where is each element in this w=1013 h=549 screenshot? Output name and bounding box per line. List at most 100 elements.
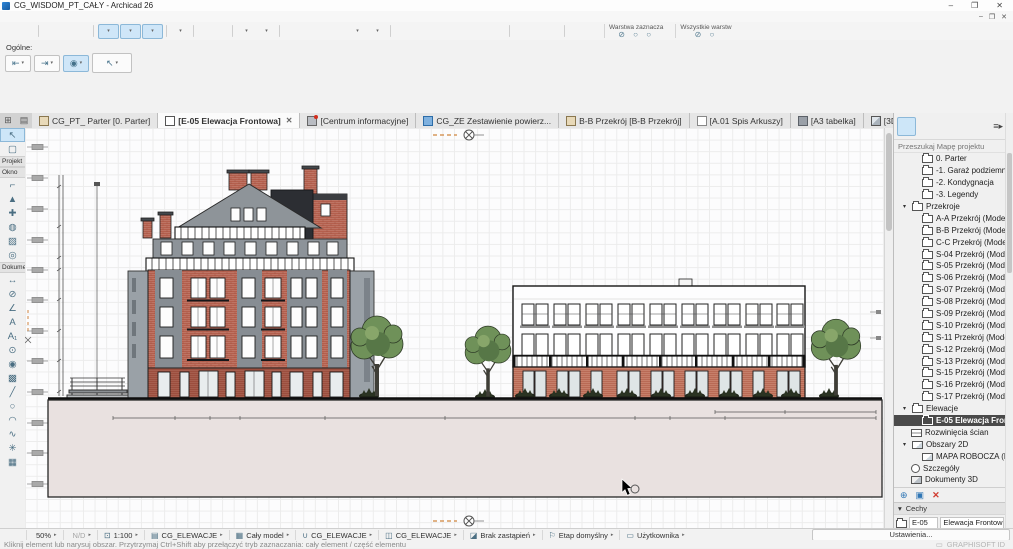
tree-item[interactable]: ▾ Obszary 2D xyxy=(894,438,1006,450)
toolbox-tool[interactable]: ○ xyxy=(0,399,25,413)
toolbox-tool[interactable]: ↖ xyxy=(0,128,25,142)
toolbox-tool[interactable]: ▨ xyxy=(0,234,25,248)
tree-item[interactable]: B-B Przekrój (Model - przebud xyxy=(894,224,1006,236)
toolbar-icon[interactable] xyxy=(390,25,391,37)
elevation-drawing[interactable] xyxy=(25,128,884,528)
toolbox-tool[interactable]: ∿ xyxy=(0,427,25,441)
tab-popup-icon[interactable]: ▤ xyxy=(16,113,32,128)
quick-option-segment[interactable]: ▤ CG_ELEWACJE ▸ xyxy=(144,530,229,540)
survey-point-bottom[interactable] xyxy=(433,516,484,526)
toolbox-tool[interactable]: ╱ xyxy=(0,385,25,399)
toolbox-tool[interactable]: ▦ xyxy=(0,455,25,469)
panel-tab-icon[interactable] xyxy=(956,117,973,134)
toolbar-icon[interactable] xyxy=(193,25,194,37)
tree-item[interactable]: Rozwinięcia ścian xyxy=(894,426,1006,438)
view-tab[interactable]: B-B Przekrój [B-B Przekrój] xyxy=(559,113,690,128)
tree-item[interactable]: Dokumenty 3D xyxy=(894,474,1006,486)
toolbox-tool[interactable]: ↔ xyxy=(0,273,25,287)
tree-item[interactable]: A-A Przekrój (Model - przebud xyxy=(894,212,1006,224)
bench[interactable] xyxy=(67,378,129,398)
toolbox-tool[interactable]: ◍ xyxy=(0,220,25,234)
toolbox-tool[interactable]: Dokume xyxy=(0,262,25,273)
properties-header[interactable]: ▾ Cechy xyxy=(894,502,1006,515)
panel-tab-icon[interactable] xyxy=(897,117,916,136)
toolbar-icon[interactable] xyxy=(530,24,545,39)
toolbar-icon[interactable] xyxy=(546,24,561,39)
chevron-expand-icon[interactable]: ▾ xyxy=(903,441,909,448)
project-map-search[interactable] xyxy=(894,140,1006,153)
quick-option-segment[interactable]: ▭ Użytkownika ▸ xyxy=(619,530,690,540)
toolbar-icon[interactable] xyxy=(300,24,315,39)
quick-option-segment[interactable]: ◪ Brak zastąpień ▸ xyxy=(463,530,542,540)
toolbar-icon[interactable] xyxy=(368,24,387,39)
toolbox-tool[interactable]: ✚ xyxy=(0,206,25,220)
toolbar-icon[interactable] xyxy=(316,24,331,39)
quick-option-segment[interactable]: ⚐ Etap domyślny ▸ xyxy=(542,530,620,540)
edit-viewpoint-button[interactable]: ▣ xyxy=(916,490,925,501)
tab-overview-icon[interactable]: ⊞ xyxy=(0,113,16,128)
quick-option-segment[interactable]: ⊡ 1:100 ▸ xyxy=(97,530,144,540)
toolbar-icon[interactable] xyxy=(120,24,141,39)
view-tab[interactable]: CG_PT_ Parter [0. Parter] xyxy=(32,113,158,128)
graphisoft-id-badge[interactable]: ▭ GRAPHISOFT ID xyxy=(936,540,1013,549)
tree-item[interactable]: -2. Kondygnacja xyxy=(894,177,1006,189)
view-tab[interactable]: [Centrum informacyjne] xyxy=(300,113,416,128)
maximize-button[interactable]: ❐ xyxy=(971,1,978,11)
toolbar-icon[interactable] xyxy=(756,24,771,39)
quick-option-segment[interactable]: 50% ▸ xyxy=(26,530,63,540)
left-building[interactable] xyxy=(128,166,374,398)
view-tab[interactable]: CG_ZE Zestawienie powierz... xyxy=(416,113,559,128)
toolbox-tool[interactable]: ⊙ xyxy=(0,343,25,357)
toolbar-icon[interactable] xyxy=(514,24,529,39)
selected-layer-control[interactable]: Warstwa zaznacza ⊘ ○ ○ xyxy=(604,24,667,38)
toolbox-tool[interactable]: A xyxy=(0,315,25,329)
tree-item[interactable]: S-17 Przekrój (Model - przebu xyxy=(894,391,1006,403)
detail-marker[interactable] xyxy=(25,310,31,343)
toolbar-icon[interactable] xyxy=(59,24,74,39)
tree-item[interactable]: ▾ Przekroje xyxy=(894,201,1006,213)
tree-item[interactable]: S-09 Przekrój (Model - przebu xyxy=(894,308,1006,320)
tree-item[interactable]: S-15 Przekrój (Model - przebu xyxy=(894,367,1006,379)
toolbar-icon[interactable] xyxy=(740,24,755,39)
panel-vertical-scrollbar[interactable] xyxy=(1005,113,1013,528)
toolbox-tool[interactable]: A₁ xyxy=(0,329,25,343)
scrollbar-thumb[interactable] xyxy=(1007,153,1012,273)
toolbar-icon[interactable] xyxy=(427,24,442,39)
vertical-dimension-lines[interactable] xyxy=(57,175,63,396)
tree-item[interactable]: S-07 Przekrój (Model - przebu xyxy=(894,284,1006,296)
toolbox-tool[interactable]: ◎ xyxy=(0,248,25,262)
tab-close-icon[interactable]: ✕ xyxy=(286,116,293,125)
tree-item[interactable]: -1. Garaż podziemny xyxy=(894,165,1006,177)
toolbar-icon[interactable] xyxy=(198,24,213,39)
tree-item[interactable]: S-16 Przekrój (Model - przebu xyxy=(894,379,1006,391)
minimize-button[interactable]: – xyxy=(949,1,953,11)
infobox-button[interactable]: ↖▾ xyxy=(92,53,132,73)
toolbox-tool[interactable]: ◠ xyxy=(0,413,25,427)
infobox-button[interactable]: ⇤▾ xyxy=(5,55,31,72)
infobox-button[interactable]: ◉▾ xyxy=(63,55,89,72)
toolbar-icon[interactable] xyxy=(38,25,39,37)
tree-item[interactable]: S-10 Przekrój (Model - przebu xyxy=(894,319,1006,331)
toolbar-icon[interactable] xyxy=(279,25,280,37)
tree-item[interactable]: Szczegóły xyxy=(894,462,1006,474)
toolbox-tool[interactable]: ∠ xyxy=(0,301,25,315)
quick-option-segment[interactable]: ∪ CG_ELEWACJE ▸ xyxy=(295,530,378,540)
tree-item[interactable]: S-11 Przekrój (Model - przebu xyxy=(894,331,1006,343)
toolbar-icon[interactable] xyxy=(257,24,276,39)
toolbar-icon[interactable] xyxy=(475,24,490,39)
mdi-close-button[interactable]: ✕ xyxy=(1001,13,1007,21)
toolbar-icon[interactable] xyxy=(142,24,163,39)
view-tab[interactable]: [A.01 Spis Arkuszy] xyxy=(690,113,791,128)
toolbox-tool[interactable]: ▲ xyxy=(0,192,25,206)
toolbar-icon[interactable] xyxy=(98,24,119,39)
search-input[interactable] xyxy=(894,142,1006,151)
delete-viewpoint-button[interactable]: ✕ xyxy=(932,490,940,501)
toolbar-icon[interactable] xyxy=(411,24,426,39)
tree-item[interactable]: MAPA ROBOCZA (Niezależny) xyxy=(894,450,1006,462)
toolbar-icon[interactable] xyxy=(585,24,600,39)
toolbar-icon[interactable] xyxy=(395,24,410,39)
tree-item[interactable]: C-C Przekrój (Model - przebud xyxy=(894,236,1006,248)
toolbar-icon[interactable] xyxy=(166,25,167,37)
toolbar-icon[interactable] xyxy=(443,24,458,39)
tree-item[interactable]: S-04 Przekrój (Model - przebu xyxy=(894,248,1006,260)
